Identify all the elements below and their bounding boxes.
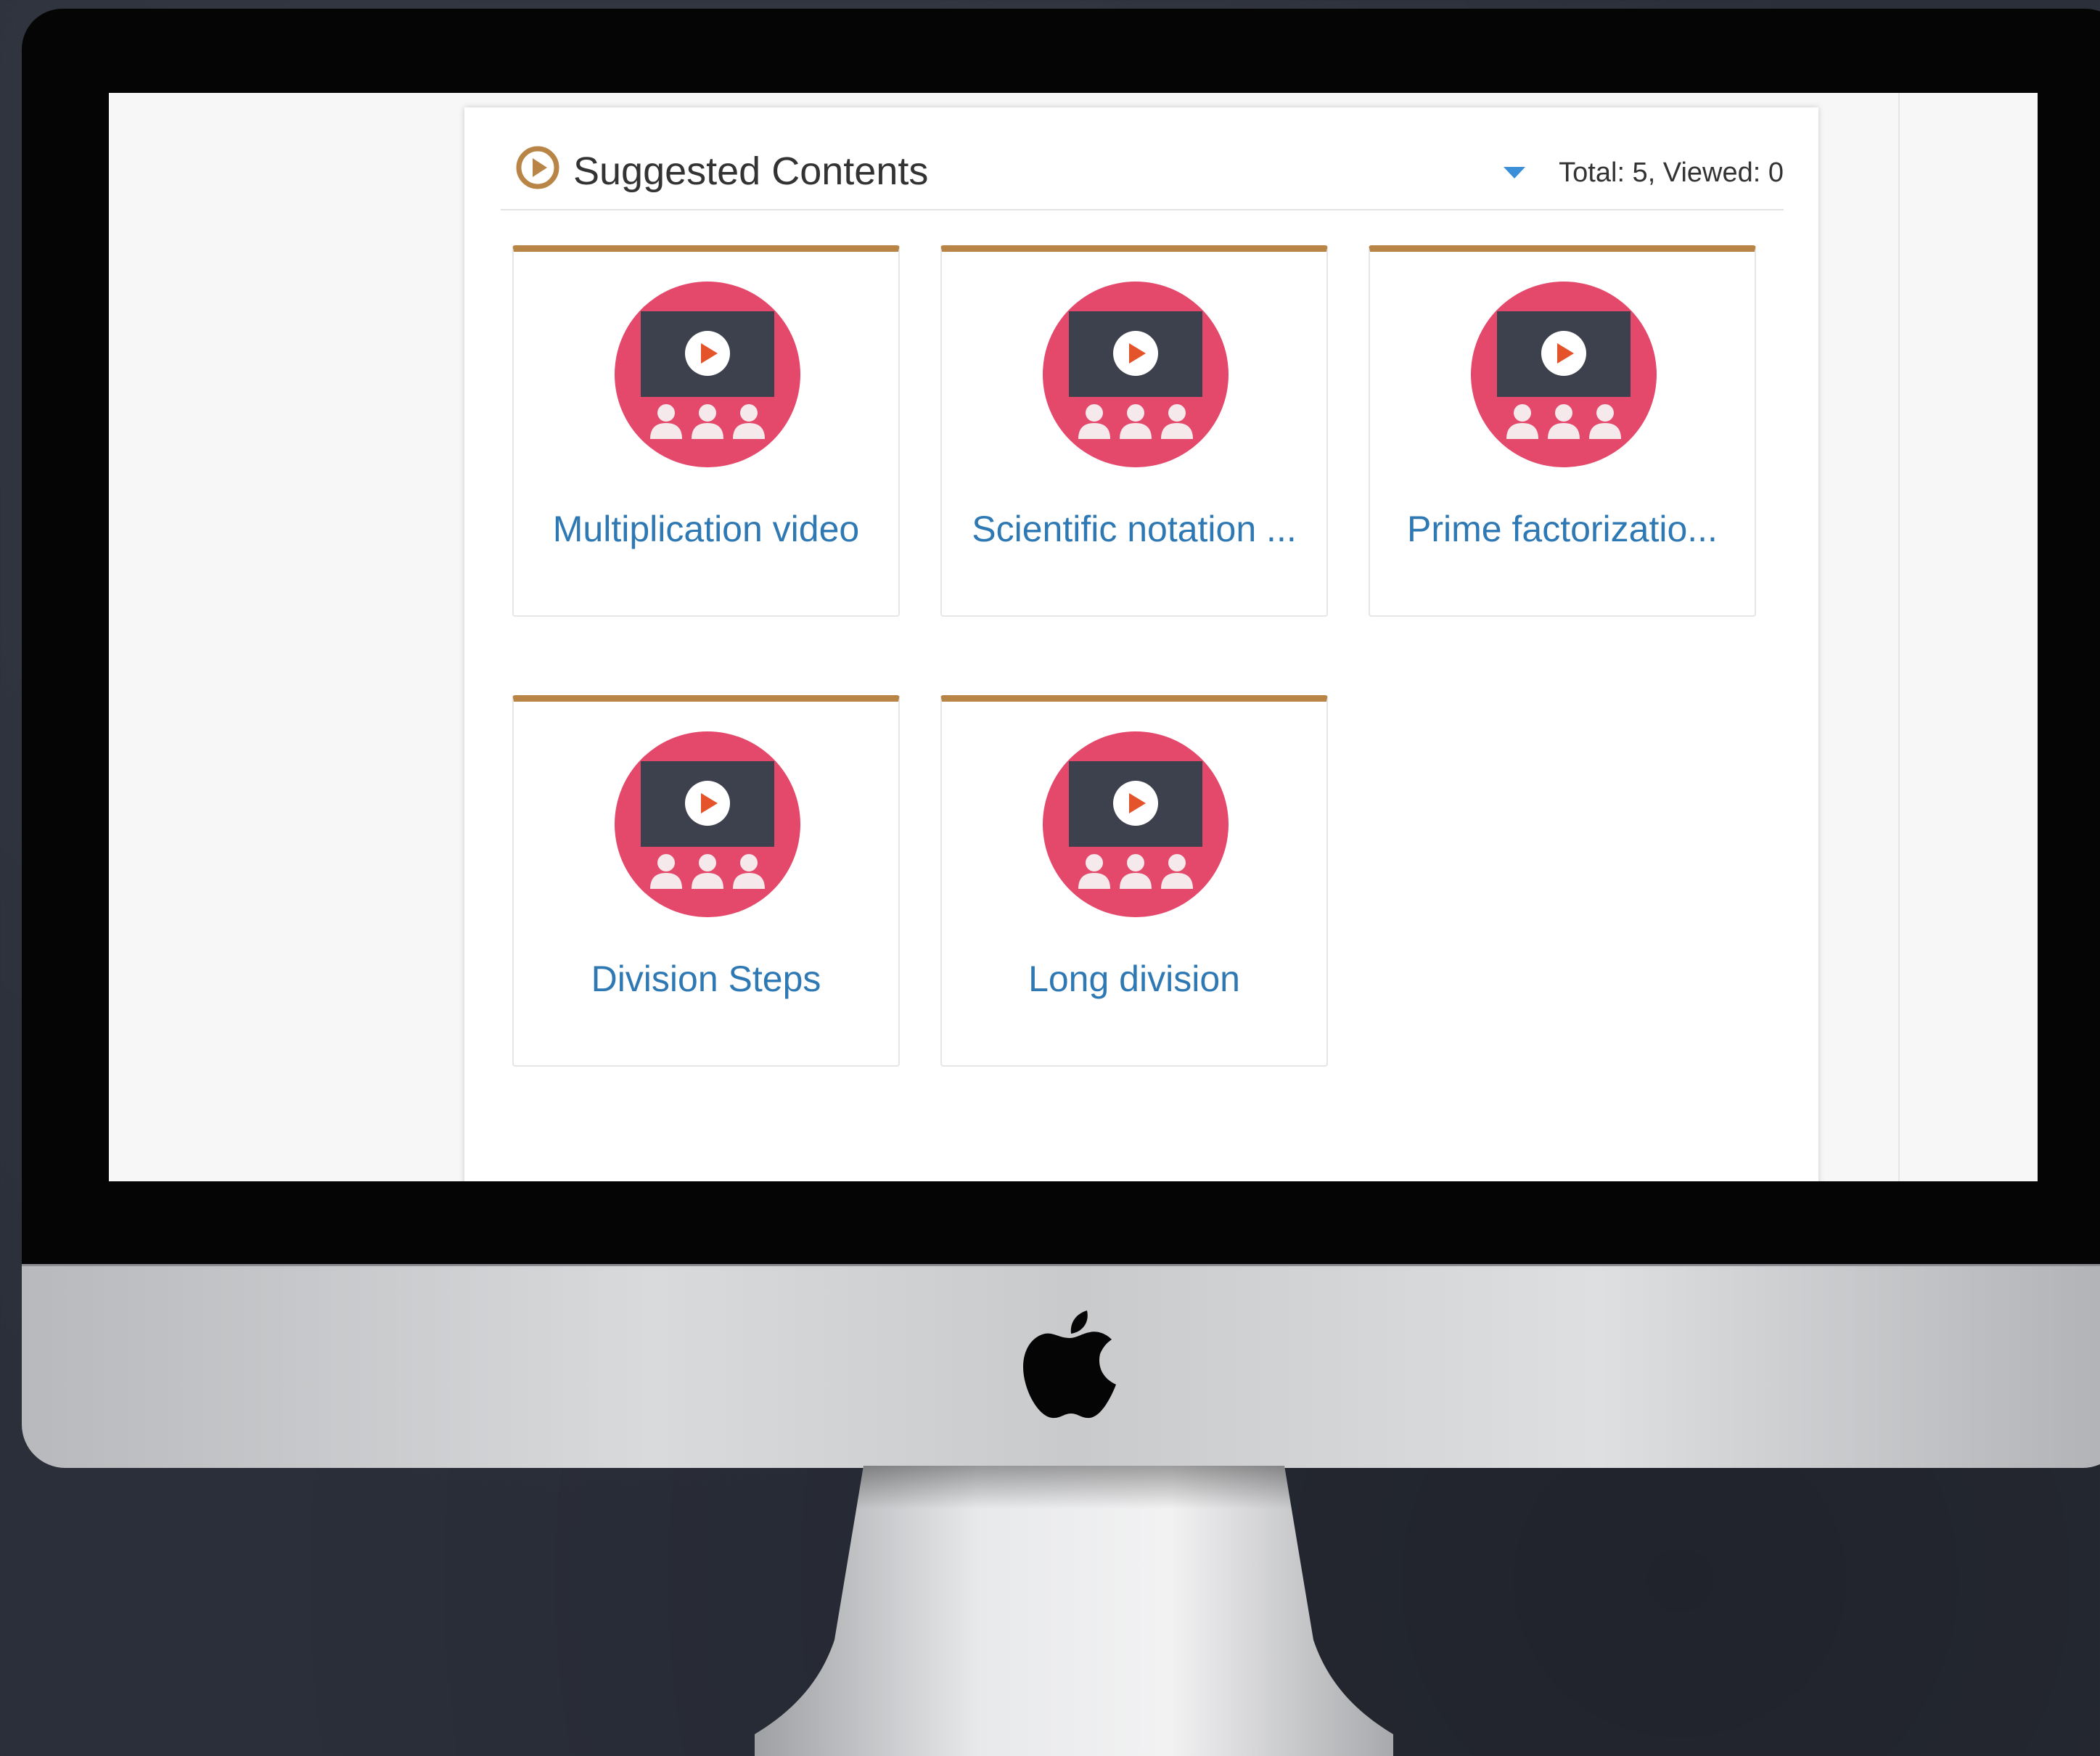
content-card[interactable]: Division Steps [512, 695, 900, 1067]
panel-header: Suggested Contents Total: 5, Viewed: 0 [501, 107, 1784, 210]
card-title[interactable]: Scientific notation ... [942, 507, 1326, 551]
video-lesson-icon [1471, 282, 1657, 467]
content-card[interactable]: Long division [940, 695, 1328, 1067]
card-title[interactable]: Division Steps [514, 957, 898, 1001]
video-lesson-icon [615, 731, 800, 917]
card-title[interactable]: Long division [942, 957, 1326, 1001]
card-title[interactable]: Prime factorizatio... [1370, 507, 1755, 551]
content-card[interactable]: Multiplication video [512, 245, 900, 617]
content-card[interactable]: Scientific notation ... [940, 245, 1328, 617]
caret-down-icon[interactable] [1504, 167, 1525, 179]
screen: Suggested Contents Total: 5, Viewed: 0 M… [109, 93, 2038, 1181]
video-lesson-icon [1043, 731, 1229, 917]
panel-title: Suggested Contents [573, 149, 929, 193]
apple-logo-icon [1023, 1310, 1116, 1419]
content-card[interactable]: Prime factorizatio... [1369, 245, 1756, 617]
video-lesson-icon [615, 282, 800, 467]
video-lesson-icon [1043, 282, 1229, 467]
play-circle-icon [516, 146, 559, 189]
content-summary[interactable]: Total: 5, Viewed: 0 [1559, 157, 1784, 189]
right-sidebar [1898, 93, 2038, 1181]
suggested-contents-panel: Suggested Contents Total: 5, Viewed: 0 M… [464, 107, 1818, 1181]
card-title[interactable]: Multiplication video [514, 507, 898, 551]
monitor-stand [755, 1466, 1393, 1756]
